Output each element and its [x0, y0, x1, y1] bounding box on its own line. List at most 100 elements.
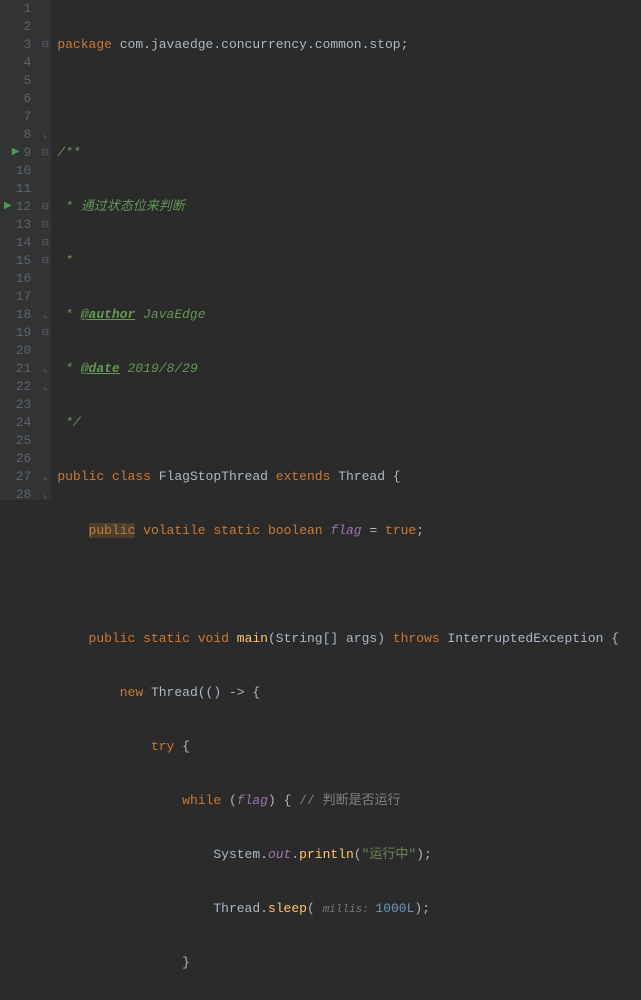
line-number: 5	[24, 72, 32, 90]
line-number: 26	[16, 450, 32, 468]
indent	[57, 955, 182, 970]
gutter-line[interactable]: 23	[4, 396, 31, 414]
fold-marker[interactable]: ⊟	[39, 252, 51, 270]
fold-marker[interactable]: ⌞	[39, 486, 51, 504]
keyword-highlighted: public	[89, 523, 136, 538]
code-line: public static void main(String[] args) t…	[57, 630, 641, 648]
gutter-line[interactable]: 28	[4, 486, 31, 504]
indent	[57, 739, 151, 754]
gutter-line[interactable]: 24	[4, 414, 31, 432]
fold-marker	[39, 396, 51, 414]
fold-marker[interactable]: ⊟	[39, 324, 51, 342]
gutter-line[interactable]: 6	[4, 90, 31, 108]
brace: }	[182, 955, 190, 970]
line-number: 2	[24, 18, 32, 36]
code-line	[57, 576, 641, 594]
code-line: public class FlagStopThread extends Thre…	[57, 468, 641, 486]
gutter-line[interactable]: 25	[4, 432, 31, 450]
line-number: 14	[16, 234, 32, 252]
fold-marker	[39, 18, 51, 36]
code-line: * @date 2019/8/29	[57, 360, 641, 378]
method-name: main	[237, 631, 268, 646]
gutter-line[interactable]: 20	[4, 342, 31, 360]
field-ref: flag	[237, 793, 268, 808]
fold-marker[interactable]: ⌞	[39, 306, 51, 324]
fold-marker	[39, 0, 51, 18]
gutter-line[interactable]: 11	[4, 180, 31, 198]
line-number: 24	[16, 414, 32, 432]
paren: (	[354, 847, 362, 862]
gutter-line[interactable]: 27	[4, 468, 31, 486]
fold-marker[interactable]: ⌞	[39, 378, 51, 396]
code-line: *	[57, 252, 641, 270]
keyword: static	[213, 523, 268, 538]
gutter-line[interactable]: 2	[4, 18, 31, 36]
keyword: new	[120, 685, 151, 700]
line-number: 1	[24, 0, 32, 18]
gutter-line[interactable]: 14	[4, 234, 31, 252]
indent	[57, 685, 119, 700]
fold-marker	[39, 450, 51, 468]
gutter-line[interactable]: 1	[4, 0, 31, 18]
javadoc: *	[57, 199, 80, 214]
comment: // 判断是否运行	[299, 793, 400, 808]
gutter-line[interactable]: 17	[4, 288, 31, 306]
line-number: 10	[16, 162, 32, 180]
string-literal: "运行中"	[362, 847, 417, 862]
gutter-line[interactable]: ▶12	[4, 198, 31, 216]
gutter-line[interactable]: 15	[4, 252, 31, 270]
gutter-line[interactable]: ▶9	[4, 144, 31, 162]
fold-marker[interactable]: ⌞	[39, 126, 51, 144]
gutter-line[interactable]: 7	[4, 108, 31, 126]
javadoc-text: 通过状态位来判断	[81, 199, 185, 214]
line-number: 20	[16, 342, 32, 360]
gutter-line[interactable]: 13	[4, 216, 31, 234]
line-number: 3	[24, 36, 32, 54]
paren: );	[414, 901, 430, 916]
code-line: /**	[57, 144, 641, 162]
text: =	[362, 523, 385, 538]
gutter-line[interactable]: 19	[4, 324, 31, 342]
line-number: 6	[24, 90, 32, 108]
fold-marker[interactable]: ⊟	[39, 216, 51, 234]
code-line: * @author JavaEdge	[57, 306, 641, 324]
fold-marker	[39, 90, 51, 108]
gutter-line[interactable]: 16	[4, 270, 31, 288]
run-icon[interactable]: ▶	[4, 198, 12, 216]
code-area[interactable]: package com.javaedge.concurrency.common.…	[51, 0, 641, 500]
number-literal: 1000L	[375, 901, 414, 916]
params: (String[] args)	[268, 631, 393, 646]
gutter-line[interactable]: 8	[4, 126, 31, 144]
gutter-line[interactable]: 21	[4, 360, 31, 378]
code-line: try {	[57, 738, 641, 756]
fold-marker[interactable]: ⌞	[39, 360, 51, 378]
gutter-line[interactable]: 5	[4, 72, 31, 90]
fold-marker[interactable]: ⊟	[39, 198, 51, 216]
method-call: println	[299, 847, 354, 862]
line-number: 21	[16, 360, 32, 378]
fold-marker[interactable]: ⌞	[39, 468, 51, 486]
keyword: while	[182, 793, 229, 808]
line-number: 8	[24, 126, 32, 144]
fold-marker	[39, 162, 51, 180]
gutter-line[interactable]: 3	[4, 36, 31, 54]
method-call: sleep	[268, 901, 307, 916]
gutter-line[interactable]: 18	[4, 306, 31, 324]
line-number: 7	[24, 108, 32, 126]
code-line: Thread.sleep( millis: 1000L);	[57, 900, 641, 918]
line-number: 28	[16, 486, 32, 504]
fold-marker[interactable]: ⊟	[39, 36, 51, 54]
brace: {	[182, 739, 190, 754]
gutter-line[interactable]: 22	[4, 378, 31, 396]
line-number: 12	[16, 198, 32, 216]
gutter-line[interactable]: 4	[4, 54, 31, 72]
fold-marker	[39, 108, 51, 126]
gutter-line[interactable]: 10	[4, 162, 31, 180]
indent	[57, 631, 88, 646]
text: .	[291, 847, 299, 862]
fold-marker[interactable]: ⊟	[39, 144, 51, 162]
gutter-line[interactable]: 26	[4, 450, 31, 468]
code-line: * 通过状态位来判断	[57, 198, 641, 216]
run-icon[interactable]: ▶	[12, 144, 20, 162]
fold-marker[interactable]: ⊟	[39, 234, 51, 252]
